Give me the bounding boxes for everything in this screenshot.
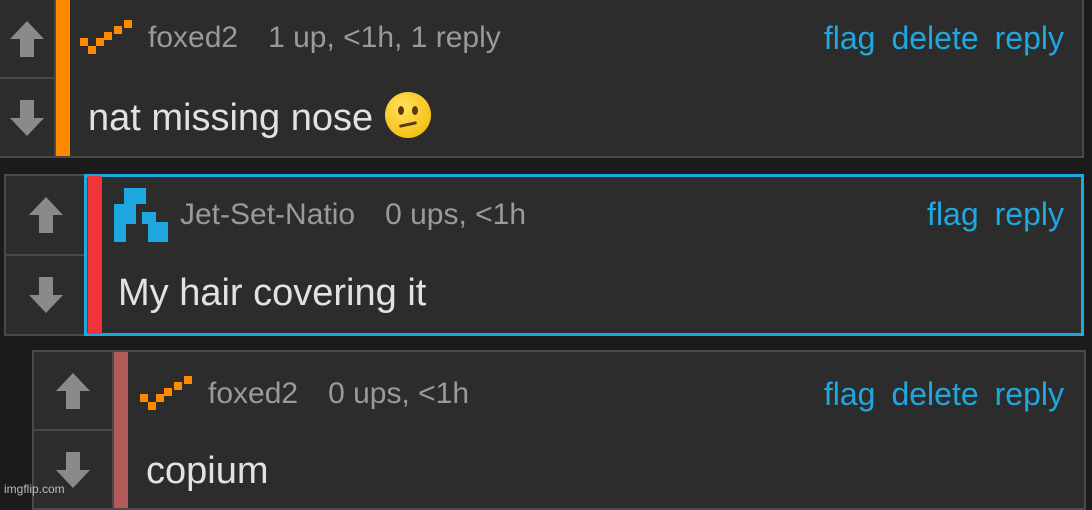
comment-meta: 0 ups, <1h [328,377,470,410]
comment-body: copium [146,450,269,492]
delete-link[interactable]: delete [891,376,978,413]
comment-text: nat missing nose [88,97,374,139]
arrow-up-icon [29,197,63,233]
flag-link[interactable]: flag [927,196,979,233]
user-badge-icon [114,188,168,242]
comment-meta: 0 ups, <1h [385,198,527,231]
comment-accent-bar [88,176,102,334]
upvote-button[interactable] [0,0,54,77]
comment-actions: flag delete reply [824,20,1064,57]
arrow-up-icon [10,20,44,57]
arrow-down-icon [29,277,63,313]
comment-accent-bar [56,0,70,156]
comment-2: Jet-Set-Natio 0 ups, <1h flag reply My h… [4,174,1084,336]
reply-link[interactable]: reply [995,196,1064,233]
user-badge-icon [80,20,132,54]
watermark: imgflip.com [4,482,65,496]
downvote-button[interactable] [6,254,86,334]
arrow-down-icon [10,99,44,136]
username[interactable]: foxed2 [208,377,298,411]
arrow-up-icon [56,372,90,409]
flag-link[interactable]: flag [824,376,876,413]
confused-face-icon [385,92,432,138]
username[interactable]: foxed2 [148,21,238,55]
upvote-button[interactable] [34,352,112,429]
comment-meta: 1 up, <1h, 1 reply [268,21,501,54]
comment-actions: flag reply [927,196,1064,233]
comment-actions: flag delete reply [824,376,1064,413]
flag-link[interactable]: flag [824,20,876,57]
comment-body: My hair covering it [118,272,427,314]
comment-header: Jet-Set-Natio 0 ups, <1h [112,186,526,244]
comment-accent-bar [114,352,128,508]
downvote-button[interactable] [34,429,112,508]
reply-link[interactable]: reply [995,376,1064,413]
comment-body: nat missing nose [88,92,432,140]
vote-column [0,0,56,156]
upvote-button[interactable] [6,176,86,254]
downvote-button[interactable] [0,77,54,156]
delete-link[interactable]: delete [891,20,978,57]
comment-1: foxed2 1 up, <1h, 1 reply flag delete re… [0,0,1084,158]
reply-link[interactable]: reply [995,20,1064,57]
comment-header: foxed2 1 up, <1h, 1 reply [78,18,501,58]
user-badge-icon [140,376,192,410]
vote-column [6,176,88,334]
comment-3: foxed2 0 ups, <1h flag delete reply copi… [32,350,1086,510]
comment-header: foxed2 0 ups, <1h [138,374,469,414]
username[interactable]: Jet-Set-Natio [180,198,355,232]
